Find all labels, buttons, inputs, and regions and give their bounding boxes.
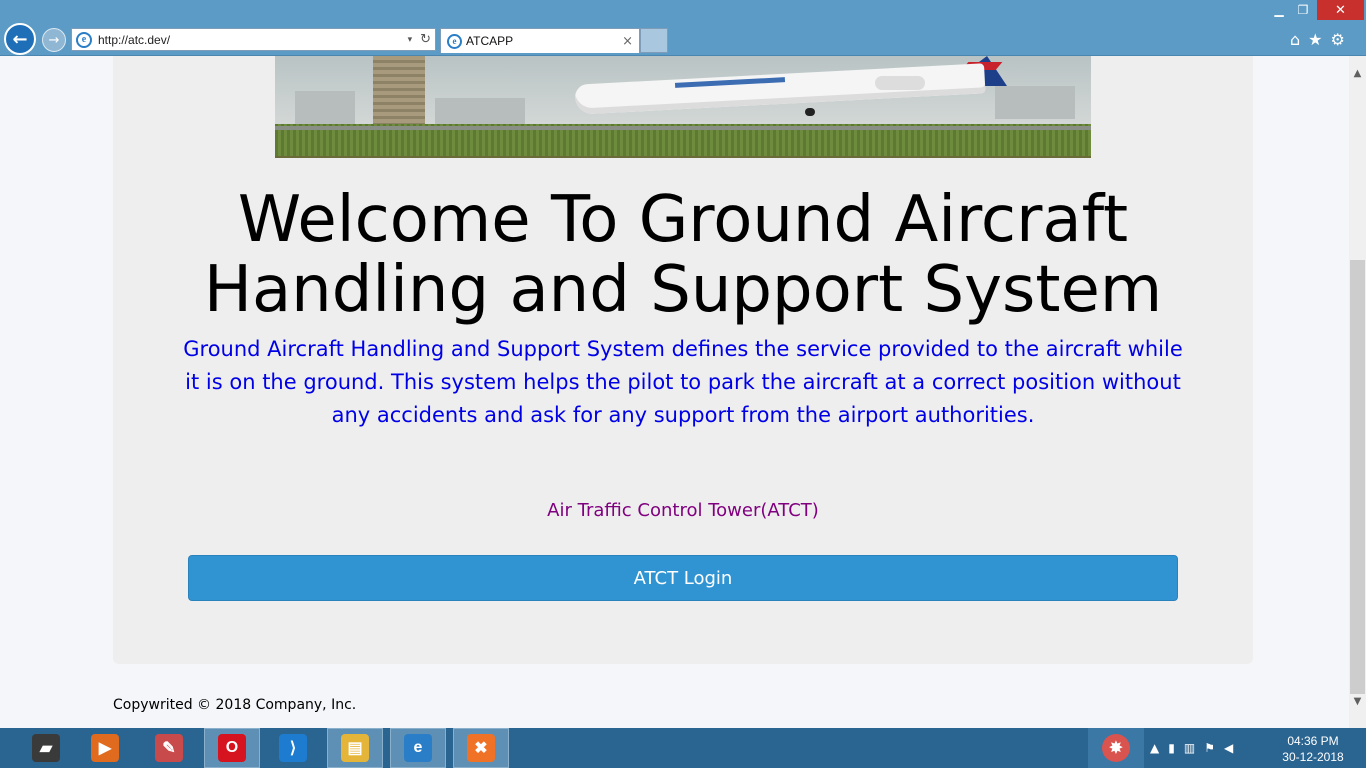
atct-login-button[interactable]: ATCT Login bbox=[188, 555, 1178, 601]
internet-explorer-icon: e bbox=[404, 734, 432, 762]
taskbar-app-file-explorer[interactable]: ▤ bbox=[327, 728, 383, 768]
control-tower-shape bbox=[373, 56, 425, 124]
new-tab-button[interactable] bbox=[640, 28, 668, 53]
close-window-button[interactable]: ✕ bbox=[1317, 0, 1364, 20]
taskbar: ▰ ▶ ✎ O ⟩ ▤ e ✖ ✸ ▲ ▮ ▥ ⚑ ◀ 04:36 PM 30-12-2018 bbox=[0, 728, 1366, 768]
address-bar[interactable]: e http://atc.dev/ ▾ ↻ bbox=[71, 28, 436, 51]
clock-time: 04:36 PM bbox=[1287, 734, 1339, 748]
restore-icon: ❐ bbox=[1297, 3, 1309, 17]
vertical-scrollbar[interactable]: ▲ ▼ bbox=[1349, 56, 1366, 728]
restore-button[interactable]: ❐ bbox=[1294, 0, 1312, 20]
atct-section-label: Air Traffic Control Tower(ATCT) bbox=[547, 500, 819, 521]
xampp-icon: ✖ bbox=[467, 734, 495, 762]
aircraft-banner-image bbox=[275, 56, 1091, 158]
back-button[interactable]: ← bbox=[4, 23, 36, 55]
browser-tools: ⌂ ★ ⚙ bbox=[1290, 30, 1345, 49]
forward-button[interactable]: → bbox=[42, 28, 66, 52]
favorites-star-icon[interactable]: ★ bbox=[1308, 30, 1322, 49]
arrow-right-icon: → bbox=[48, 32, 60, 48]
taskbar-clock[interactable]: 04:36 PM 30-12-2018 bbox=[1276, 733, 1350, 765]
ie-tab-icon: e bbox=[447, 33, 462, 49]
taskbar-app-internet-explorer[interactable]: e bbox=[390, 728, 446, 768]
action-center-flag-icon[interactable]: ⚑ bbox=[1204, 741, 1215, 755]
taskbar-app-laptop[interactable]: ▰ bbox=[18, 728, 74, 768]
browser-chrome: ← → e http://atc.dev/ ▾ ↻ e ATCAPP × ▁ ❐… bbox=[0, 0, 1366, 56]
tab-close-icon[interactable]: × bbox=[622, 34, 633, 49]
notification-icon: ✸ bbox=[1102, 734, 1130, 762]
arrow-left-icon: ← bbox=[12, 28, 28, 50]
laptop-icon: ▰ bbox=[32, 734, 60, 762]
opera-icon: O bbox=[218, 734, 246, 762]
footer-copyright: Copywrited © 2018 Company, Inc. bbox=[113, 697, 357, 713]
ie-page-icon: e bbox=[76, 31, 92, 48]
notification-app-button[interactable]: ✸ bbox=[1088, 728, 1144, 768]
taskbar-app-media-player[interactable]: ▶ bbox=[77, 728, 133, 768]
clock-date: 30-12-2018 bbox=[1282, 750, 1344, 764]
taskbar-app-paint[interactable]: ✎ bbox=[141, 728, 197, 768]
page-viewport: Welcome To Ground Aircraft Handling and … bbox=[0, 56, 1349, 728]
close-icon: ✕ bbox=[1335, 2, 1346, 18]
media-player-icon: ▶ bbox=[91, 734, 119, 762]
system-description: Ground Aircraft Handling and Support Sys… bbox=[183, 337, 1183, 427]
file-explorer-icon: ▤ bbox=[341, 734, 369, 762]
minimize-icon: ▁ bbox=[1274, 3, 1284, 17]
battery-icon[interactable]: ▮ bbox=[1168, 741, 1175, 755]
tab-atcapp[interactable]: e ATCAPP × bbox=[440, 28, 640, 53]
home-icon[interactable]: ⌂ bbox=[1290, 30, 1300, 49]
tab-title: ATCAPP bbox=[466, 34, 514, 48]
vscode-icon: ⟩ bbox=[279, 734, 307, 762]
gear-icon[interactable]: ⚙ bbox=[1331, 30, 1345, 49]
tray-expand-icon[interactable]: ▲ bbox=[1150, 741, 1159, 755]
page-title: Welcome To Ground Aircraft Handling and … bbox=[203, 183, 1163, 327]
system-tray: ▲ ▮ ▥ ⚑ ◀ bbox=[1150, 728, 1233, 768]
scroll-up-icon[interactable]: ▲ bbox=[1349, 68, 1366, 79]
refresh-icon[interactable]: ↻ bbox=[420, 32, 431, 47]
url-text[interactable]: http://atc.dev/ bbox=[98, 33, 408, 47]
taskbar-app-vscode[interactable]: ⟩ bbox=[265, 728, 321, 768]
network-icon[interactable]: ▥ bbox=[1184, 741, 1195, 755]
scroll-thumb[interactable] bbox=[1350, 260, 1365, 694]
taskbar-app-opera[interactable]: O bbox=[204, 728, 260, 768]
scroll-down-icon[interactable]: ▼ bbox=[1349, 696, 1366, 707]
chevron-down-icon[interactable]: ▾ bbox=[408, 35, 413, 45]
volume-icon[interactable]: ◀ bbox=[1224, 741, 1233, 755]
taskbar-app-xampp[interactable]: ✖ bbox=[453, 728, 509, 768]
minimize-button[interactable]: ▁ bbox=[1270, 0, 1288, 20]
paint-icon: ✎ bbox=[155, 734, 183, 762]
